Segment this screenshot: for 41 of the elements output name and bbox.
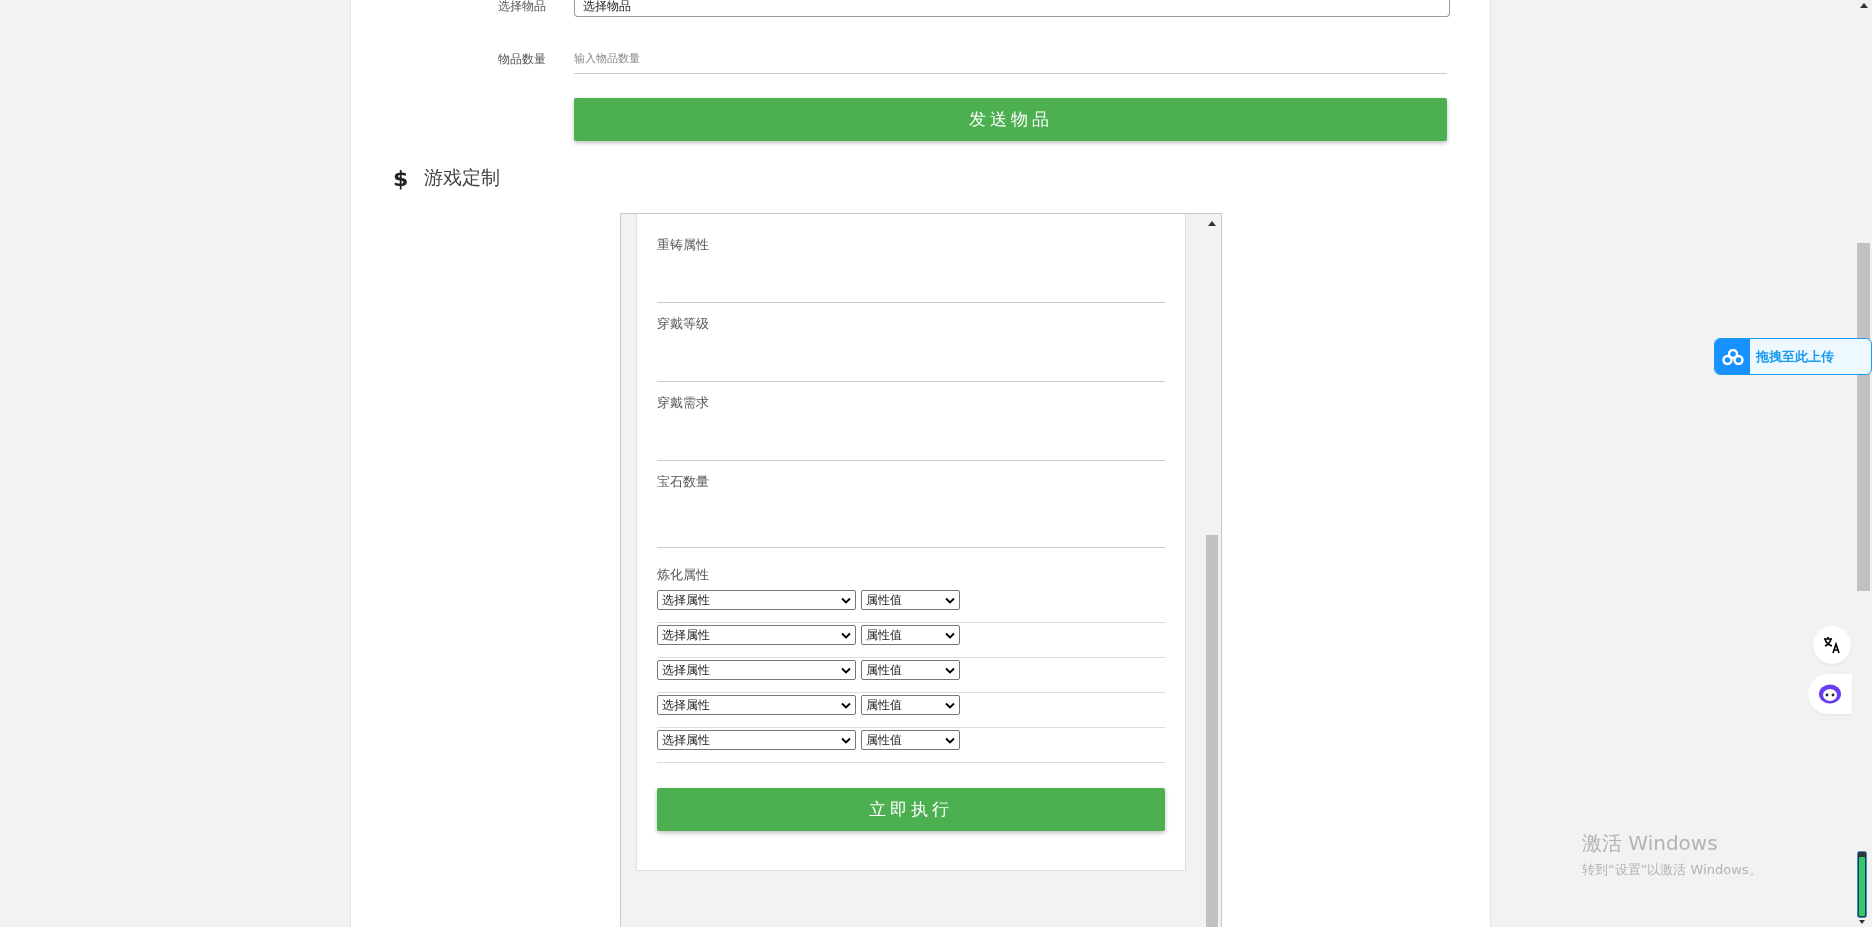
- chevron-down-icon: [841, 596, 851, 604]
- field-label: 宝石数量: [657, 473, 710, 491]
- chevron-down-icon: [841, 666, 851, 674]
- chevron-down-icon: [841, 736, 851, 744]
- value-select[interactable]: 属性值: [861, 590, 960, 610]
- scroll-up-icon[interactable]: [1859, 3, 1868, 8]
- section-title: 游戏定制: [424, 165, 501, 190]
- field-label: 穿戴需求: [657, 394, 710, 412]
- value-select[interactable]: 属性值: [861, 625, 960, 645]
- assistant-button[interactable]: [1808, 674, 1852, 714]
- field-label: 穿戴等级: [657, 315, 710, 333]
- translate-button[interactable]: [1813, 626, 1851, 664]
- dollar-icon: $: [393, 165, 409, 191]
- value-select[interactable]: 属性值: [861, 660, 960, 680]
- field-label: 重铸属性: [657, 236, 710, 254]
- value-select[interactable]: 属性值: [861, 695, 960, 715]
- attribute-select[interactable]: 选择属性: [657, 660, 856, 680]
- robot-face-icon: [1817, 683, 1843, 705]
- scrollbar-thumb[interactable]: [1205, 535, 1218, 927]
- activation-title: 激活 Windows: [1582, 830, 1719, 857]
- translate-icon: [1822, 635, 1842, 655]
- attribute-select[interactable]: 选择属性: [657, 590, 856, 610]
- chevron-down-icon: [841, 701, 851, 709]
- chevron-down-icon: [841, 631, 851, 639]
- item-select[interactable]: 选择物品: [574, 0, 1450, 17]
- chevron-down-icon: [945, 666, 955, 674]
- scroll-up-icon[interactable]: [1207, 221, 1216, 226]
- field-label: 炼化属性: [657, 566, 710, 584]
- chevron-down-icon: [945, 631, 955, 639]
- attribute-select[interactable]: 选择属性: [657, 695, 856, 715]
- activation-hint: 转到“设置”以激活 Windows。: [1582, 861, 1762, 879]
- attribute-select[interactable]: 选择属性: [657, 625, 856, 645]
- chevron-down-icon: [945, 596, 955, 604]
- field-label: 物品数量: [497, 50, 547, 68]
- field-label: 选择物品: [497, 0, 547, 12]
- chevron-down-icon: [945, 701, 955, 709]
- value-select[interactable]: 属性值: [861, 730, 960, 750]
- cloud-icon: [1721, 348, 1744, 365]
- gauge-icon: [1857, 851, 1867, 925]
- chevron-down-icon: [945, 736, 955, 744]
- attribute-select[interactable]: 选择属性: [657, 730, 856, 750]
